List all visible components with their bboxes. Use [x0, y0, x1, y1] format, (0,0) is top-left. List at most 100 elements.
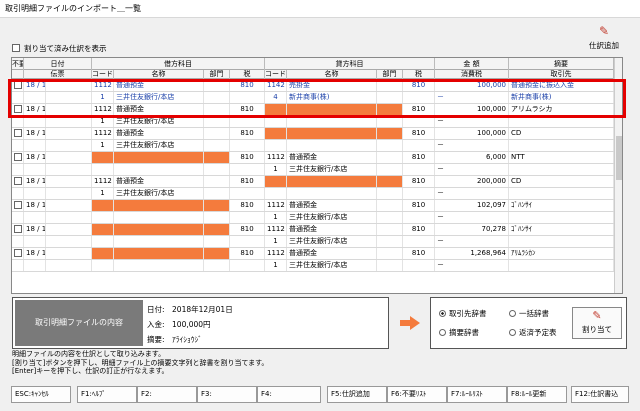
scroll-thumb[interactable]: [616, 136, 622, 180]
credit-name[interactable]: 売掛金: [287, 80, 377, 91]
table-row[interactable]: 18 / 12 / 318101112普通預金810102,097ｺﾞﾊﾝｻｲ: [12, 200, 614, 212]
credit-name[interactable]: [287, 104, 377, 115]
opt-repayment-schedule[interactable]: 返済予定表: [509, 327, 557, 338]
debit-name[interactable]: 普通預金: [114, 80, 204, 91]
table-row[interactable]: 18 / 12 / 031112普通預金810810100,000アリムラシカ: [12, 104, 614, 116]
credit-dept[interactable]: [377, 152, 403, 163]
radio-icon[interactable]: [439, 310, 446, 317]
fkey-esc[interactable]: ESC:ｷｬﾝｾﾙ: [11, 386, 71, 403]
credit-code[interactable]: 1112: [265, 200, 287, 211]
debit-name[interactable]: [114, 248, 204, 259]
table-row[interactable]: 18 / 12 / 318101112普通預金8101,268,964ｱﾘﾑﾗｼ…: [12, 248, 614, 260]
row-flag-checkbox[interactable]: [14, 249, 22, 257]
credit-code[interactable]: [265, 104, 287, 115]
credit-dept[interactable]: [377, 248, 403, 259]
credit-dept[interactable]: [377, 128, 403, 139]
credit-code[interactable]: 1142: [265, 80, 287, 91]
debit-name[interactable]: 普通預金: [114, 176, 204, 187]
radio-icon[interactable]: [439, 329, 446, 336]
vertical-scrollbar[interactable]: [614, 58, 622, 293]
debit-code[interactable]: [92, 152, 114, 163]
fkey-f5[interactable]: F5:仕訳追加: [327, 386, 387, 403]
debit-code[interactable]: 1112: [92, 80, 114, 91]
fkey-f3[interactable]: F3:: [197, 386, 257, 403]
credit-name[interactable]: 普通預金: [287, 224, 377, 235]
credit-name[interactable]: 普通預金: [287, 200, 377, 211]
debit-dept[interactable]: [204, 152, 230, 163]
row-flag-checkbox[interactable]: [14, 225, 22, 233]
table-subrow[interactable]: 1 三井住友銀行/本店 －: [12, 212, 614, 224]
credit-code[interactable]: [265, 128, 287, 139]
debit-dept[interactable]: [204, 176, 230, 187]
table-subrow[interactable]: 1 三井住友銀行/本店 4 新井商事(株) －新井商事(株): [12, 92, 614, 104]
row-flag[interactable]: [12, 248, 24, 259]
show-assigned-checkbox[interactable]: [12, 44, 20, 52]
journal-grid[interactable]: 不要 日付 借方科目 貸方科目 金 額 摘要 伝票 コード 名称 部門 税 コー…: [11, 57, 623, 294]
table-subrow[interactable]: 1 三井住友銀行/本店 －: [12, 260, 614, 272]
debit-code[interactable]: [92, 224, 114, 235]
debit-code[interactable]: [92, 248, 114, 259]
debit-code[interactable]: 1112: [92, 128, 114, 139]
row-flag[interactable]: [12, 128, 24, 139]
credit-dept[interactable]: [377, 176, 403, 187]
row-flag[interactable]: [12, 152, 24, 163]
row-flag-checkbox[interactable]: [14, 129, 22, 137]
debit-code[interactable]: 1112: [92, 176, 114, 187]
opt-bulk-dictionary[interactable]: 一括辞書: [509, 308, 549, 319]
table-row[interactable]: 18 / 12 / 318101112普通預金81070,278ｺﾞﾊﾝｻｲ: [12, 224, 614, 236]
debit-code[interactable]: [92, 200, 114, 211]
row-flag[interactable]: [12, 80, 24, 91]
credit-name[interactable]: 普通預金: [287, 248, 377, 259]
credit-code[interactable]: 1112: [265, 224, 287, 235]
row-flag[interactable]: [12, 176, 24, 187]
row-flag[interactable]: [12, 104, 24, 115]
debit-dept[interactable]: [204, 200, 230, 211]
credit-name[interactable]: [287, 128, 377, 139]
opt-partner-dictionary[interactable]: 取引先辞書: [439, 308, 487, 319]
fkey-f4[interactable]: F4:: [257, 386, 321, 403]
radio-icon[interactable]: [509, 329, 516, 336]
credit-name[interactable]: 普通預金: [287, 152, 377, 163]
debit-name[interactable]: 普通預金: [114, 104, 204, 115]
credit-code[interactable]: 1112: [265, 248, 287, 259]
credit-code[interactable]: [265, 176, 287, 187]
table-subrow[interactable]: 1 三井住友銀行/本店 －: [12, 236, 614, 248]
row-flag-checkbox[interactable]: [14, 177, 22, 185]
credit-dept[interactable]: [377, 224, 403, 235]
credit-name[interactable]: [287, 176, 377, 187]
debit-dept[interactable]: [204, 128, 230, 139]
credit-dept[interactable]: [377, 200, 403, 211]
show-assigned-toggle[interactable]: 割り当て済み仕訳を表示: [12, 42, 107, 54]
table-row[interactable]: 18 / 12 / 271112普通預金810810200,000CD: [12, 176, 614, 188]
debit-dept[interactable]: [204, 104, 230, 115]
fkey-f7[interactable]: F7:ﾙｰﾙﾘｽﾄ: [447, 386, 507, 403]
row-flag-checkbox[interactable]: [14, 81, 22, 89]
debit-code[interactable]: 1112: [92, 104, 114, 115]
fkey-f8[interactable]: F8:ﾙｰﾙ更新: [507, 386, 567, 403]
table-row[interactable]: 18 / 12 / 011112普通預金8101142売掛金810100,000…: [12, 80, 614, 92]
table-subrow[interactable]: 1 三井住友銀行/本店 －: [12, 164, 614, 176]
debit-name[interactable]: [114, 224, 204, 235]
debit-name[interactable]: 普通預金: [114, 128, 204, 139]
row-flag-checkbox[interactable]: [14, 105, 22, 113]
table-subrow[interactable]: 1 三井住友銀行/本店 －: [12, 140, 614, 152]
table-row[interactable]: 18 / 12 / 038101112普通預金8106,000NTT: [12, 152, 614, 164]
table-row[interactable]: 18 / 12 / 031112普通預金810810100,000CD: [12, 128, 614, 140]
credit-dept[interactable]: [377, 80, 403, 91]
fkey-f6[interactable]: F6:不要ﾘｽﾄ: [387, 386, 447, 403]
debit-name[interactable]: [114, 152, 204, 163]
debit-dept[interactable]: [204, 80, 230, 91]
credit-code[interactable]: 1112: [265, 152, 287, 163]
fkey-f2[interactable]: F2:: [137, 386, 197, 403]
row-flag-checkbox[interactable]: [14, 153, 22, 161]
radio-icon[interactable]: [509, 310, 516, 317]
row-flag-checkbox[interactable]: [14, 201, 22, 209]
table-subrow[interactable]: 1 三井住友銀行/本店 －: [12, 116, 614, 128]
add-journal-button[interactable]: ✎ 仕訳追加: [580, 22, 628, 56]
fkey-f12[interactable]: F12:仕訳書込: [571, 386, 629, 403]
row-flag[interactable]: [12, 200, 24, 211]
assign-button[interactable]: ✎ 割り当て: [572, 307, 622, 339]
debit-dept[interactable]: [204, 224, 230, 235]
table-subrow[interactable]: 1 三井住友銀行/本店 －: [12, 188, 614, 200]
fkey-f1[interactable]: F1:ﾍﾙﾌﾟ: [77, 386, 137, 403]
